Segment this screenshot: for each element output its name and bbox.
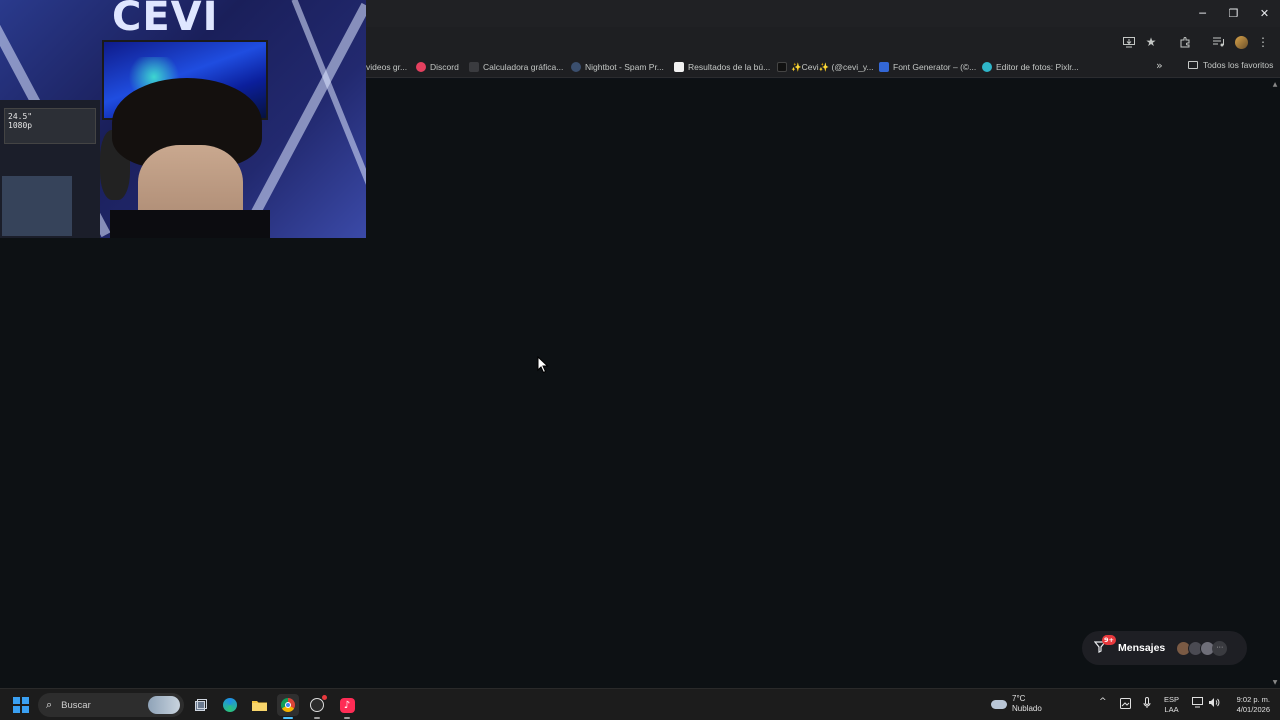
windows-taskbar: ⌕ Buscar ♪ 7°C Nublado ^ ESP LAA 9:02 p.…: [0, 688, 1280, 720]
start-button[interactable]: [13, 697, 29, 713]
task-view-button[interactable]: [190, 694, 212, 716]
scroll-down-icon[interactable]: ▼: [1271, 679, 1279, 686]
profile-icon[interactable]: [1230, 31, 1252, 53]
chrome-icon: [281, 698, 295, 712]
edge-button[interactable]: [219, 694, 241, 716]
results-icon: [674, 62, 684, 72]
file-explorer-button[interactable]: [248, 694, 270, 716]
taskbar-search[interactable]: ⌕ Buscar: [38, 693, 184, 717]
obs-icon: [310, 698, 324, 712]
all-bookmarks-label: Todos los favoritos: [1203, 60, 1274, 70]
all-bookmarks-button[interactable]: Todos los favoritos: [1188, 60, 1273, 70]
bookmark-label: Nightbot - Spam Pr...: [585, 62, 664, 72]
bookmarks-overflow-button[interactable]: »: [1156, 59, 1163, 72]
weather-condition: Nublado: [1012, 704, 1042, 713]
clock-time: 9:02 p. m.: [1236, 695, 1270, 704]
windows-logo-icon: [13, 697, 20, 704]
close-button[interactable]: ✕: [1249, 0, 1280, 27]
discord-icon: [416, 62, 426, 72]
window-controls: ─ ❐ ✕: [1187, 0, 1280, 27]
search-icon: ⌕: [46, 698, 53, 711]
bookmark-label: Font Generator – (©...: [893, 62, 977, 72]
bookmark-item[interactable]: Discord: [416, 60, 459, 74]
obs-button[interactable]: [306, 694, 328, 719]
bookmark-label: ✨Cevi✨ (@cevi_y...: [791, 61, 874, 72]
messages-filter-icon: 9+: [1093, 635, 1116, 655]
messages-badge: 9+: [1102, 635, 1116, 645]
restore-button[interactable]: ❐: [1218, 0, 1249, 27]
page-scrollbar[interactable]: ▲ ▼: [1270, 79, 1280, 688]
bookmark-item[interactable]: Calculadora gráfica...: [469, 60, 563, 74]
weather-widget[interactable]: 7°C Nublado: [991, 694, 1042, 714]
bookmark-item[interactable]: Nightbot - Spam Pr...: [571, 60, 664, 74]
volume-icon[interactable]: [1208, 697, 1220, 711]
bookmark-label: Resultados de la bú...: [688, 62, 771, 72]
extensions-icon[interactable]: [1174, 31, 1196, 53]
bookmark-label: Editor de fotos: Pixlr...: [996, 62, 1079, 72]
more-avatars-icon: ···: [1212, 640, 1228, 656]
folder-icon: [251, 701, 267, 711]
mouse-cursor-icon: [537, 356, 549, 374]
media-icon[interactable]: [1208, 31, 1230, 53]
messages-label: Mensajes: [1118, 642, 1166, 654]
minimize-button[interactable]: ─: [1187, 0, 1218, 27]
show-hidden-icons-button[interactable]: ^: [1099, 697, 1107, 707]
scroll-up-icon[interactable]: ▲: [1271, 81, 1279, 88]
tray-app-icon[interactable]: [1120, 698, 1131, 712]
webcam-overlay: CEVI 24.5" 1080p: [0, 0, 366, 238]
font-generator-icon: [879, 62, 889, 72]
webcam-box-text: 24.5" 1080p: [8, 112, 33, 130]
bookmark-item[interactable]: Editor de fotos: Pixlr...: [982, 60, 1079, 74]
nightbot-icon: [571, 62, 581, 72]
search-placeholder: Buscar: [61, 699, 91, 711]
microphone-icon[interactable]: [1143, 697, 1151, 712]
tiktok-icon: [777, 62, 787, 72]
language-indicator[interactable]: ESP LAA: [1164, 695, 1179, 715]
webcam-logo: CEVI: [112, 0, 219, 40]
clock-date: 4/01/2026: [1236, 705, 1270, 714]
weather-temp: 7°C: [1012, 694, 1026, 703]
calculator-icon: [469, 62, 479, 72]
bookmark-label: Discord: [430, 62, 459, 72]
bookmark-item[interactable]: ✨Cevi✨ (@cevi_y...: [777, 60, 874, 74]
install-icon[interactable]: [1118, 31, 1140, 53]
task-view-icon: [195, 699, 207, 711]
bookmark-label: Calculadora gráfica...: [483, 62, 564, 72]
bookmark-item[interactable]: Resultados de la bú...: [674, 60, 770, 74]
tiktok-icon: ♪: [339, 697, 355, 713]
network-icon[interactable]: [1192, 697, 1203, 711]
edge-icon: [223, 698, 237, 712]
chrome-button[interactable]: [277, 694, 299, 719]
messages-widget[interactable]: 9+ Mensajes ···: [1082, 631, 1247, 665]
star-icon[interactable]: ★: [1140, 31, 1162, 53]
menu-icon[interactable]: ⋮: [1252, 31, 1274, 53]
bookmark-item[interactable]: videos gr...: [366, 60, 407, 74]
pixlr-icon: [982, 62, 992, 72]
tiktok-button[interactable]: ♪: [336, 694, 358, 719]
bookmark-item[interactable]: Font Generator – (©...: [879, 60, 976, 74]
folder-icon: [1188, 61, 1198, 69]
cloud-icon: [991, 699, 1007, 709]
system-clock[interactable]: 9:02 p. m. 4/01/2026: [1228, 695, 1270, 715]
messages-avatars: ···: [1176, 640, 1228, 656]
desktop-screen: ─ ❐ ✕ ★ ⋮ videos gr... Discord Calculado…: [0, 0, 1280, 720]
search-highlight-icon: [148, 696, 180, 714]
bookmark-label: videos gr...: [366, 62, 408, 72]
